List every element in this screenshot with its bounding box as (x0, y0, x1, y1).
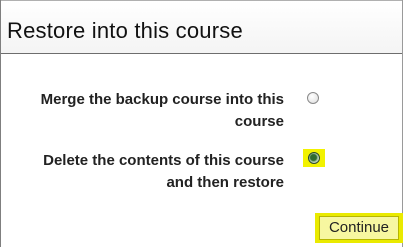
continue-button[interactable]: Continue (319, 216, 399, 240)
merge-option-label-line1: Merge the backup course into this (40, 91, 284, 108)
merge-option-label-line2: course (234, 113, 284, 130)
continue-highlight: Continue (315, 213, 403, 243)
restore-panel: Restore into this course Merge the backu… (0, 0, 403, 247)
merge-option-label: Merge the backup course into this course (14, 89, 284, 133)
merge-radio[interactable] (307, 92, 319, 104)
panel-title: Restore into this course (7, 18, 243, 43)
delete-option-label: Delete the contents of this course and t… (14, 150, 284, 194)
delete-option-label-line2: and then restore (166, 174, 284, 191)
delete-option-label-line1: Delete the contents of this course (43, 152, 284, 169)
delete-radio[interactable] (308, 152, 320, 164)
panel-header: Restore into this course (1, 0, 402, 54)
